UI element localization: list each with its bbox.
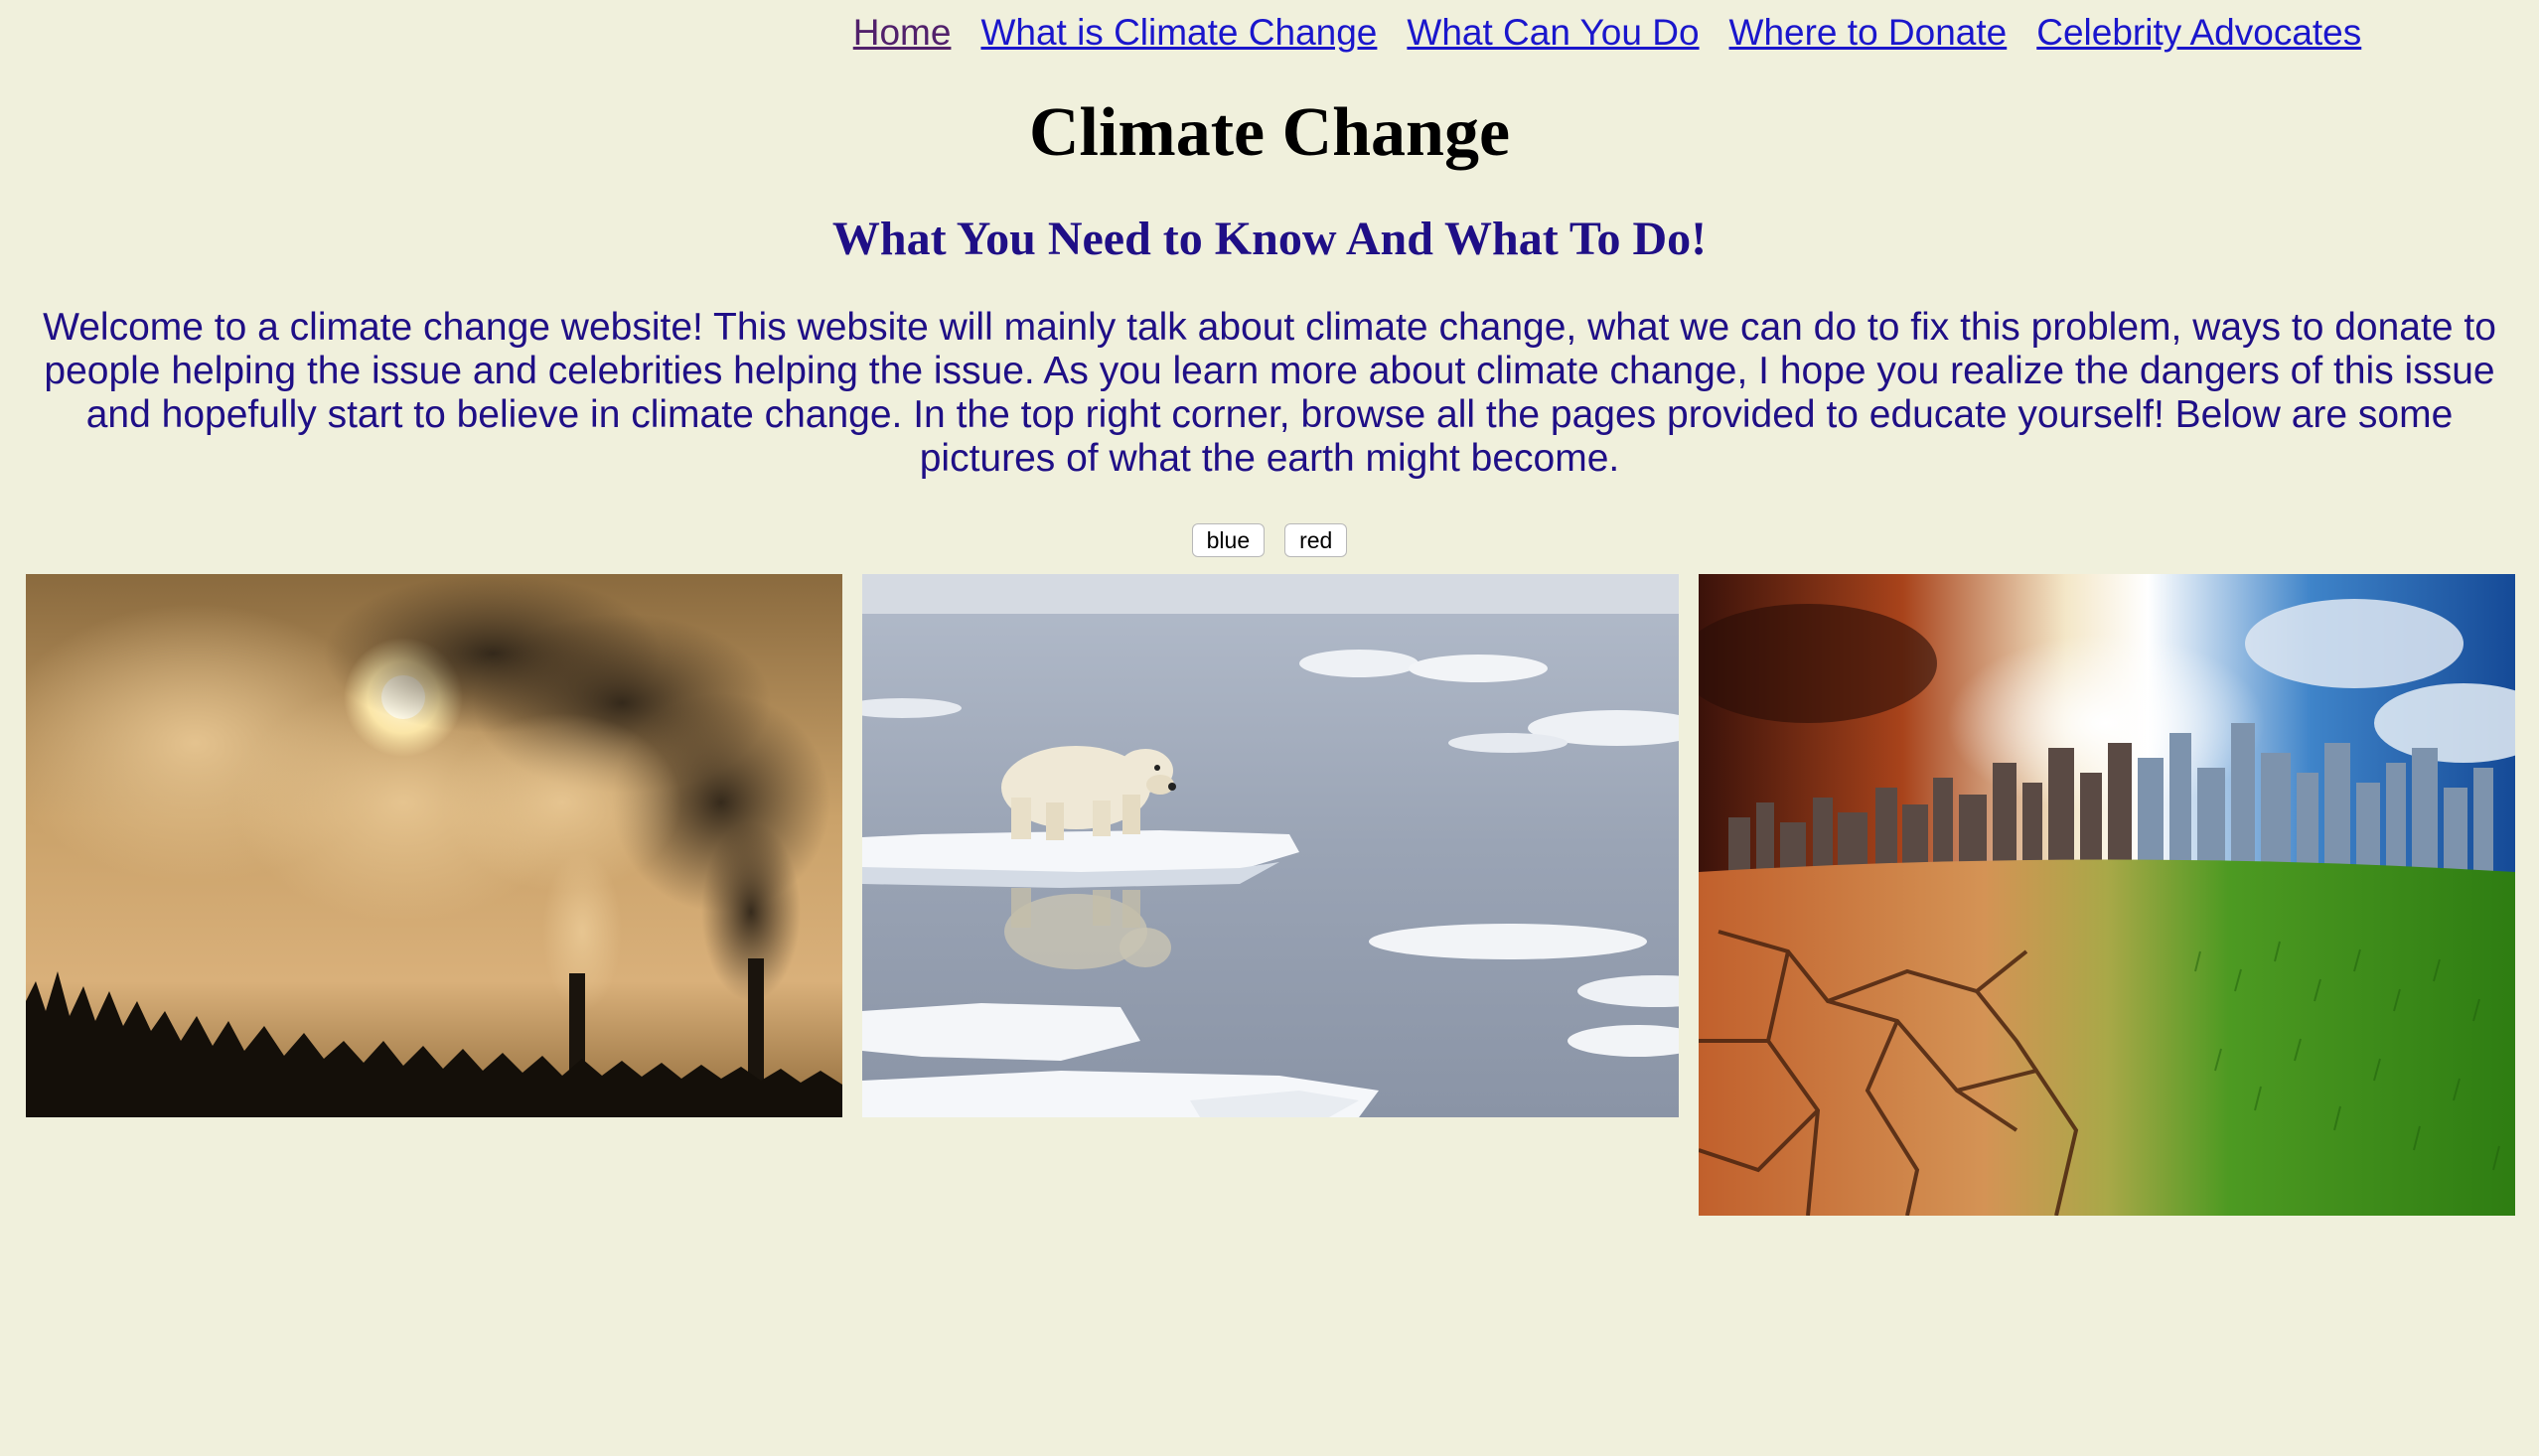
nav-link-home[interactable]: Home [853,6,952,60]
color-button-group: blue red [0,523,2539,557]
smokestack-photo [26,574,842,1117]
blue-button[interactable]: blue [1191,523,1266,557]
nav-link-celebrity-advocates[interactable]: Celebrity Advocates [2036,6,2361,60]
nav-link-what-is-climate-change[interactable]: What is Climate Change [980,6,1377,60]
main-nav: Home What is Climate Change What Can You… [853,6,2362,60]
polar-bear-photo [862,574,1679,1117]
page-subtitle: What You Need to Know And What To Do! [831,213,1708,265]
climate-contrast-photo [1699,574,2515,1216]
nav-link-what-can-you-do[interactable]: What Can You Do [1407,6,1699,60]
page-title: Climate Change [1028,94,1511,171]
red-button[interactable]: red [1284,523,1348,557]
intro-paragraph: Welcome to a climate change website! Thi… [43,306,2496,480]
nav-link-where-to-donate[interactable]: Where to Donate [1729,6,2008,60]
